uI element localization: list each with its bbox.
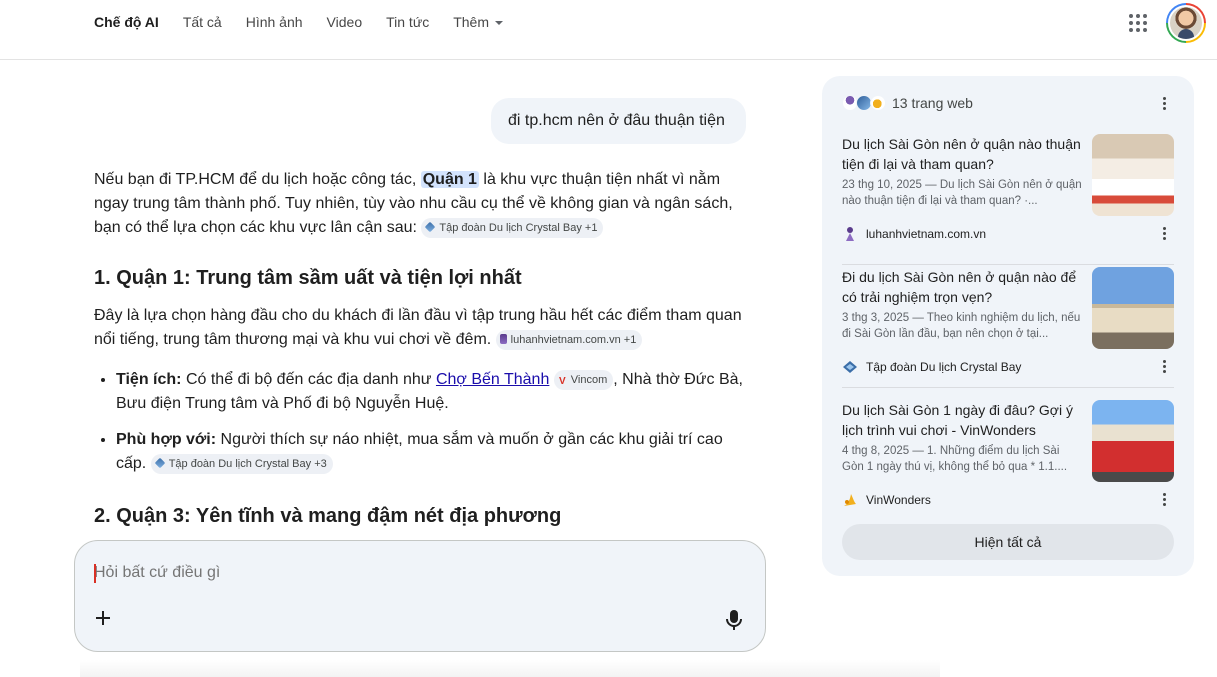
section-1-bullets: Tiện ích: Có thể đi bộ đến các địa danh … (94, 368, 754, 476)
luhanh-icon (499, 334, 507, 344)
bullet-label: Phù hợp với: (116, 431, 217, 448)
microphone-icon[interactable] (725, 609, 743, 631)
source-thumbnail[interactable] (1092, 400, 1174, 482)
source-card[interactable]: Đi du lịch Sài Gòn nên ở quận nào để có … (842, 267, 1174, 387)
cho-ben-thanh-link[interactable]: Chợ Bến Thành (436, 371, 549, 388)
answer-intro: Nếu bạn đi TP.HCM để du lịch hoặc công t… (94, 168, 754, 240)
source-site: luhanhvietnam.com.vn (842, 226, 986, 242)
source-thumbnail[interactable] (1092, 267, 1174, 349)
source-site-name: VinWonders (866, 493, 931, 507)
source-favicons (842, 95, 886, 111)
tab-ai-mode[interactable]: Chế độ AI (94, 13, 159, 31)
luhanh-icon (846, 227, 854, 241)
ai-answer: Nếu bạn đi TP.HCM để du lịch hoặc công t… (94, 168, 754, 530)
more-options-icon[interactable] (1162, 97, 1166, 111)
source-card[interactable]: Du lịch Sài Gòn nên ở quận nào thuận tiệ… (842, 134, 1174, 254)
source-card-snippet: 4 thg 8, 2025 — 1. Những điểm du lịch Sà… (842, 445, 1068, 473)
apps-grid-icon[interactable] (1128, 13, 1148, 33)
ask-composer (74, 540, 766, 652)
vinwonders-icon (870, 95, 886, 111)
intro-text-1: Nếu bạn đi TP.HCM để du lịch hoặc công t… (94, 171, 421, 188)
citation-chip-label: Tập đoàn Du lịch Crystal Bay +1 (439, 222, 598, 234)
source-card-title[interactable]: Du lịch Sài Gòn nên ở quận nào thuận tiệ… (842, 134, 1086, 174)
more-options-icon[interactable] (1162, 227, 1166, 241)
section-heading-2: 2. Quận 3: Yên tĩnh và mang đậm nét địa … (94, 505, 562, 527)
crystal-bay-icon (425, 221, 436, 233)
tab-all[interactable]: Tất cả (183, 13, 222, 31)
sources-panel: 13 trang web Du lịch Sài Gòn nên ở quận … (822, 76, 1194, 576)
tab-videos[interactable]: Video (327, 13, 363, 31)
source-card-title[interactable]: Đi du lịch Sài Gòn nên ở quận nào để có … (842, 267, 1086, 307)
citation-chip-label: luhanhvietnam.com.vn +1 (510, 334, 637, 346)
section-1-paragraph: Đây là lựa chọn hàng đầu cho du khách đi… (94, 304, 754, 352)
section-1-text: Đây là lựa chọn hàng đầu cho du khách đi… (94, 307, 742, 348)
ask-input[interactable] (94, 561, 734, 585)
avatar-image (1168, 5, 1204, 41)
citation-chip[interactable]: Tập đoàn Du lịch Crystal Bay +3 (150, 454, 333, 474)
citation-chip[interactable]: Tập đoàn Du lịch Crystal Bay +1 (421, 218, 604, 238)
citation-chip[interactable]: luhanhvietnam.com.vn +1 (495, 330, 643, 350)
tab-news[interactable]: Tin tức (386, 13, 429, 31)
vincom-icon: V (558, 376, 566, 387)
source-site: VinWonders (842, 492, 931, 508)
source-site-name: Tập đoàn Du lịch Crystal Bay (866, 360, 1022, 374)
chevron-down-icon (495, 21, 503, 26)
list-item: Tiện ích: Có thể đi bộ đến các địa danh … (116, 368, 754, 416)
crystal-bay-icon (843, 361, 857, 373)
sources-header: 13 trang web (842, 93, 973, 113)
source-site: Tập đoàn Du lịch Crystal Bay (842, 359, 1021, 375)
source-card-snippet: 23 thg 10, 2025 — Du lịch Sài Gòn nên ở … (842, 179, 1082, 207)
account-avatar[interactable] (1166, 3, 1206, 43)
tab-more[interactable]: Thêm (453, 13, 503, 31)
more-options-icon[interactable] (1162, 360, 1166, 374)
source-card[interactable]: Du lịch Sài Gòn 1 ngày đi đâu? Gợi ý lịc… (842, 400, 1174, 520)
citation-chip-label: Vincom (570, 374, 608, 386)
highlight-quan-1: Quận 1 (420, 171, 479, 188)
source-site-name: luhanhvietnam.com.vn (866, 227, 987, 241)
more-options-icon[interactable] (1162, 493, 1166, 507)
tab-more-label: Thêm (453, 14, 489, 30)
list-item: Phù hợp với: Người thích sự náo nhiệt, m… (116, 428, 754, 476)
text-cursor (94, 564, 96, 583)
sources-count: 13 trang web (892, 95, 973, 111)
citation-chip[interactable]: V Vincom (553, 370, 614, 390)
bullet-text: Có thể đi bộ đến các địa danh như (181, 371, 436, 388)
card-divider (842, 387, 1174, 388)
card-divider (842, 264, 1174, 265)
citation-chip-label: Tập đoàn Du lịch Crystal Bay +3 (168, 458, 327, 470)
tab-images[interactable]: Hình ảnh (246, 13, 303, 31)
source-thumbnail[interactable] (1092, 134, 1174, 216)
bullet-label: Tiện ích: (116, 371, 182, 388)
bottom-fade (80, 660, 940, 677)
user-query-bubble: đi tp.hcm nên ở đâu thuận tiện (491, 98, 746, 144)
section-heading-1: 1. Quận 1: Trung tâm sầm uất và tiện lợi… (94, 267, 522, 289)
show-all-button[interactable]: Hiện tất cả (842, 524, 1174, 560)
crystal-bay-icon (154, 457, 165, 469)
source-card-snippet: 3 thg 3, 2025 — Theo kinh nghiệm du lịch… (842, 312, 1081, 340)
search-mode-tabs: Chế độ AI Tất cả Hình ảnh Video Tin tức … (94, 13, 503, 31)
top-bar: Chế độ AI Tất cả Hình ảnh Video Tin tức … (0, 0, 1217, 60)
source-card-title[interactable]: Du lịch Sài Gòn 1 ngày đi đâu? Gợi ý lịc… (842, 400, 1086, 440)
vinwonders-icon (844, 494, 856, 506)
add-icon[interactable] (92, 607, 114, 629)
